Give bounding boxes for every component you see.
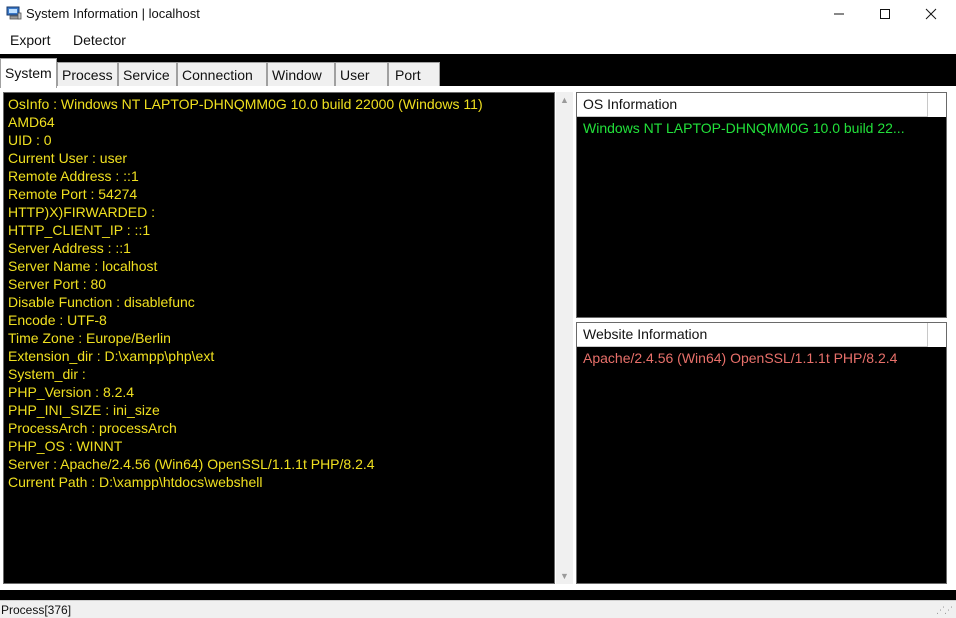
info-line: UID : 0 bbox=[8, 132, 52, 148]
vertical-scrollbar[interactable]: ▲ ▼ bbox=[556, 92, 573, 584]
os-information-panel: OS Information Windows NT LAPTOP-DHNQMM0… bbox=[576, 92, 947, 318]
info-line: PHP_OS : WINNT bbox=[8, 438, 123, 454]
tab-user[interactable]: User bbox=[335, 62, 388, 86]
os-information-value[interactable]: Windows NT LAPTOP-DHNQMM0G 10.0 build 22… bbox=[583, 120, 923, 136]
info-line: Remote Address : ::1 bbox=[8, 168, 139, 184]
info-line: Current User : user bbox=[8, 150, 128, 166]
maximize-button[interactable] bbox=[862, 0, 908, 28]
tab-connection[interactable]: Connection bbox=[177, 62, 267, 86]
bottom-band bbox=[0, 590, 956, 600]
menu-bar: Export Detector bbox=[0, 28, 956, 54]
info-line: AMD64 bbox=[8, 114, 55, 130]
info-line: HTTP)X)FIRWARDED : bbox=[8, 204, 155, 220]
os-information-header[interactable]: OS Information bbox=[577, 93, 927, 117]
menu-detector[interactable]: Detector bbox=[73, 32, 126, 48]
info-line: PHP_INI_SIZE : ini_size bbox=[8, 402, 160, 418]
info-line: System_dir : bbox=[8, 366, 86, 382]
chevron-up-icon[interactable]: ▲ bbox=[556, 92, 573, 108]
resize-grip-icon[interactable]: ⋰⋰ bbox=[936, 605, 953, 616]
header-spacer bbox=[927, 93, 946, 117]
tab-window[interactable]: Window bbox=[267, 62, 335, 86]
info-line: Current Path : D:\xampp\htdocs\webshell bbox=[8, 474, 263, 490]
info-line: ProcessArch : processArch bbox=[8, 420, 177, 436]
computer-icon bbox=[6, 5, 22, 21]
window-title: System Information | localhost bbox=[26, 6, 200, 21]
website-information-value[interactable]: Apache/2.4.56 (Win64) OpenSSL/1.1.1t PHP… bbox=[583, 350, 943, 366]
close-icon bbox=[925, 8, 937, 20]
system-info-panel[interactable]: OsInfo : Windows NT LAPTOP-DHNQMM0G 10.0… bbox=[3, 92, 555, 584]
status-text: Process[376] bbox=[1, 603, 72, 617]
info-line: Server Name : localhost bbox=[8, 258, 158, 274]
title-bar: System Information | localhost bbox=[0, 0, 956, 28]
website-information-header[interactable]: Website Information bbox=[577, 323, 927, 347]
menu-export[interactable]: Export bbox=[10, 32, 50, 48]
info-line: Server : Apache/2.4.56 (Win64) OpenSSL/1… bbox=[8, 456, 375, 472]
info-line: Server Port : 80 bbox=[8, 276, 107, 292]
close-button[interactable] bbox=[908, 0, 954, 28]
info-line: PHP_Version : 8.2.4 bbox=[8, 384, 135, 400]
info-line: Encode : UTF-8 bbox=[8, 312, 107, 328]
chevron-down-icon[interactable]: ▼ bbox=[556, 568, 573, 584]
info-line: HTTP_CLIENT_IP : ::1 bbox=[8, 222, 151, 238]
info-line: Time Zone : Europe/Berlin bbox=[8, 330, 171, 346]
header-spacer bbox=[927, 323, 946, 347]
website-information-panel: Website Information Apache/2.4.56 (Win64… bbox=[576, 322, 947, 584]
info-line: Disable Function : disablefunc bbox=[8, 294, 195, 310]
minimize-icon bbox=[834, 13, 844, 15]
app-window: System Information | localhost Export De… bbox=[0, 0, 956, 618]
tab-port[interactable]: Port bbox=[388, 62, 440, 86]
tab-process[interactable]: Process bbox=[57, 62, 118, 86]
tab-system[interactable]: System bbox=[0, 58, 57, 88]
minimize-button[interactable] bbox=[816, 0, 862, 28]
info-line: Extension_dir : D:\xampp\php\ext bbox=[8, 348, 215, 364]
info-line: OsInfo : Windows NT LAPTOP-DHNQMM0G 10.0… bbox=[8, 96, 483, 112]
info-line: Server Address : ::1 bbox=[8, 240, 131, 256]
info-line: Remote Port : 54274 bbox=[8, 186, 138, 202]
maximize-icon bbox=[880, 9, 890, 19]
tab-service[interactable]: Service bbox=[118, 62, 177, 86]
status-bar: Process[376] ⋰⋰ bbox=[0, 600, 956, 618]
